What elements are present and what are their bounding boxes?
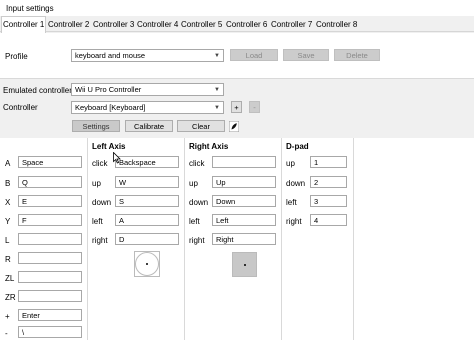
- save-button[interactable]: Save: [283, 49, 329, 61]
- tab-controller-8[interactable]: Controller 8: [315, 18, 358, 31]
- button-mapping-input[interactable]: F: [18, 214, 82, 226]
- tab-controller-4[interactable]: Controller 4: [136, 18, 179, 31]
- right-axis-mapping-input[interactable]: Left: [212, 214, 276, 226]
- left-axis-row-label: right: [92, 236, 108, 245]
- button-label: L: [5, 236, 10, 245]
- button-label: R: [5, 255, 11, 264]
- left-axis-title: Left Axis: [92, 142, 126, 151]
- column-divider: [281, 138, 282, 340]
- right-stick-position-dot: [244, 264, 246, 266]
- dpad-row-label: up: [286, 159, 295, 168]
- chevron-down-icon: ▼: [214, 105, 220, 111]
- dpad-mapping-input[interactable]: 1: [310, 156, 347, 168]
- tab-controller-6[interactable]: Controller 6: [225, 18, 268, 31]
- right-axis-mapping-input[interactable]: Right: [212, 233, 276, 245]
- right-axis-title: Right Axis: [189, 142, 229, 151]
- leaf-icon[interactable]: [228, 120, 240, 133]
- column-divider: [87, 138, 88, 340]
- left-axis-row-label: up: [92, 179, 101, 188]
- left-axis-row-label: left: [92, 217, 103, 226]
- profile-select[interactable]: keyboard and mouse ▼: [71, 49, 224, 62]
- button-label: ZL: [5, 274, 15, 283]
- controller-label: Controller: [3, 103, 38, 112]
- left-stick-preview: [134, 251, 160, 277]
- dpad-mapping-input[interactable]: 2: [310, 176, 347, 188]
- right-axis-mapping-input[interactable]: Down: [212, 195, 276, 207]
- left-axis-mapping-input[interactable]: Backspace: [115, 156, 179, 168]
- left-axis-row-label: click: [92, 159, 108, 168]
- button-label: X: [5, 198, 11, 207]
- column-divider: [184, 138, 185, 340]
- divider: [0, 78, 474, 79]
- button-label: +: [5, 312, 10, 321]
- dpad-row-label: left: [286, 198, 297, 207]
- window-title: Input settings: [6, 4, 54, 13]
- button-label: ZR: [5, 293, 16, 302]
- dpad-mapping-input[interactable]: 3: [310, 195, 347, 207]
- controller-value: Keyboard [Keyboard]: [75, 103, 146, 112]
- right-stick-preview: [232, 252, 257, 277]
- button-mapping-input[interactable]: Q: [18, 176, 82, 188]
- dpad-row-label: right: [286, 217, 302, 226]
- button-mapping-input[interactable]: [18, 271, 82, 283]
- button-label: B: [5, 179, 11, 188]
- right-axis-mapping-input[interactable]: [212, 156, 276, 168]
- remove-controller-button[interactable]: -: [249, 101, 260, 113]
- button-label: A: [5, 159, 11, 168]
- chevron-down-icon: ▼: [214, 87, 220, 93]
- button-mapping-input[interactable]: [18, 290, 82, 302]
- button-mapping-input[interactable]: [18, 233, 82, 245]
- button-mapping-input[interactable]: [18, 252, 82, 264]
- button-mapping-input[interactable]: E: [18, 195, 82, 207]
- right-axis-row-label: down: [189, 198, 209, 207]
- button-label: Y: [5, 217, 11, 226]
- controller-tabs: Controller 1 Controller 2 Controller 3 C…: [0, 16, 474, 33]
- right-axis-row-label: click: [189, 159, 205, 168]
- clear-button[interactable]: Clear: [177, 120, 225, 132]
- left-axis-mapping-input[interactable]: S: [115, 195, 179, 207]
- title-bar: Input settings: [0, 0, 474, 16]
- dpad-row-label: down: [286, 179, 306, 188]
- controller-select[interactable]: Keyboard [Keyboard] ▼: [71, 101, 224, 114]
- load-button[interactable]: Load: [230, 49, 278, 61]
- column-divider: [353, 138, 354, 340]
- delete-button[interactable]: Delete: [334, 49, 380, 61]
- profile-value: keyboard and mouse: [75, 51, 146, 60]
- button-label: -: [5, 329, 8, 338]
- right-axis-row-label: right: [189, 236, 205, 245]
- tab-controller-2[interactable]: Controller 2: [47, 18, 90, 31]
- emulated-controller-value: Wii U Pro Controller: [75, 85, 142, 94]
- tab-controller-5[interactable]: Controller 5: [180, 18, 223, 31]
- tab-controller-1[interactable]: Controller 1: [1, 16, 47, 33]
- mouse-cursor-icon: [113, 151, 121, 164]
- tab-controller-7[interactable]: Controller 7: [270, 18, 313, 31]
- settings-button[interactable]: Settings: [72, 120, 120, 132]
- right-axis-row-label: left: [189, 217, 200, 226]
- button-mapping-input[interactable]: Enter: [18, 309, 82, 321]
- add-controller-button[interactable]: +: [231, 101, 242, 113]
- left-axis-row-label: down: [92, 198, 112, 207]
- tab-controller-3[interactable]: Controller 3: [92, 18, 135, 31]
- chevron-down-icon: ▼: [214, 53, 220, 59]
- profile-label: Profile: [5, 52, 28, 61]
- button-mapping-input[interactable]: Space: [18, 156, 82, 168]
- left-axis-mapping-input[interactable]: W: [115, 176, 179, 188]
- right-axis-row-label: up: [189, 179, 198, 188]
- button-mapping-input[interactable]: \: [18, 326, 82, 338]
- left-stick-position-dot: [146, 263, 148, 265]
- left-axis-mapping-input[interactable]: A: [115, 214, 179, 226]
- calibrate-button[interactable]: Calibrate: [125, 120, 173, 132]
- dpad-mapping-input[interactable]: 4: [310, 214, 347, 226]
- right-axis-mapping-input[interactable]: Up: [212, 176, 276, 188]
- emulated-controller-label: Emulated controller: [3, 86, 72, 95]
- dpad-title: D-pad: [286, 142, 309, 151]
- emulated-controller-select[interactable]: Wii U Pro Controller ▼: [71, 83, 224, 96]
- left-axis-mapping-input[interactable]: D: [115, 233, 179, 245]
